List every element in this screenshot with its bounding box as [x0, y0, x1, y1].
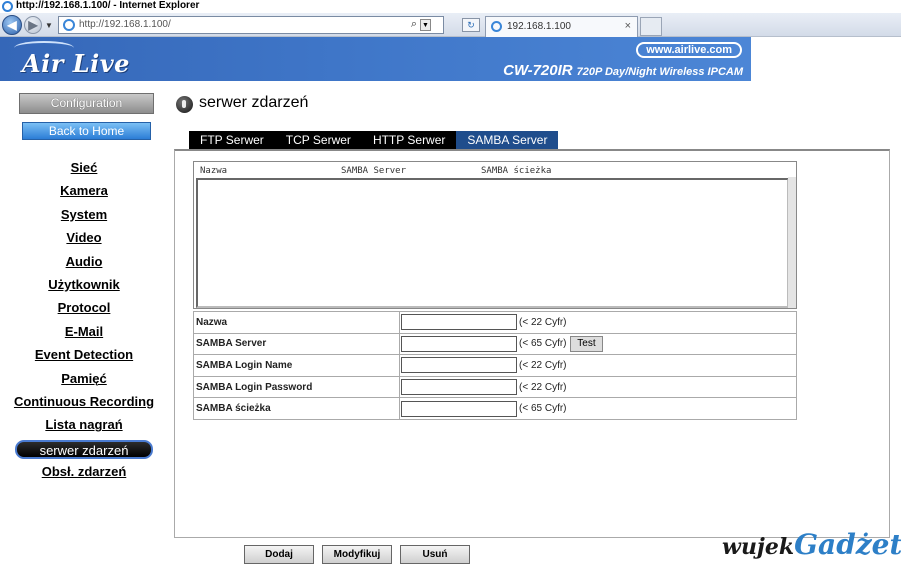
tab-label: 192.168.1.100: [507, 21, 571, 32]
samba-login-password-field[interactable]: [401, 379, 517, 396]
form-row-nazwa: Nazwa (< 22 Cyfr): [193, 311, 797, 334]
field-hint: (< 22 Cyfr): [519, 316, 567, 328]
sidebar-item-system[interactable]: System: [10, 204, 158, 227]
list-column-samba-sciezka: SAMBA ścieżka: [481, 166, 552, 176]
tab-ftp-serwer[interactable]: FTP Serwer: [189, 131, 275, 149]
sidebar-item-siec[interactable]: Sieć: [10, 157, 158, 180]
ie-logo-icon: [2, 1, 13, 12]
url-text: http://192.168.1.100/: [79, 19, 171, 30]
field-hint: (< 22 Cyfr): [519, 359, 567, 371]
watermark-part1: wujek: [722, 534, 795, 560]
window-title-bar: http://192.168.1.100/ - Internet Explore…: [0, 0, 901, 13]
field-label: SAMBA Server: [193, 332, 400, 356]
tab-http-serwer[interactable]: HTTP Serwer: [362, 131, 456, 149]
tab-close-icon[interactable]: ×: [625, 20, 631, 32]
field-label: SAMBA ścieżka: [193, 397, 400, 420]
sidebar-item-video[interactable]: Video: [10, 227, 158, 250]
browser-tab[interactable]: 192.168.1.100 ×: [485, 16, 638, 37]
delete-button[interactable]: Usuń: [400, 545, 470, 564]
form-row-samba-login-name: SAMBA Login Name (< 22 Cyfr): [193, 354, 797, 377]
tab-page-icon: [491, 21, 502, 32]
sidebar-item-uzytkownik[interactable]: Użytkownik: [10, 274, 158, 297]
url-dropdown-icon[interactable]: ▼: [420, 19, 431, 31]
field-label: Nazwa: [193, 311, 400, 334]
history-dropdown-icon[interactable]: ▼: [45, 21, 53, 30]
field-hint: (< 22 Cyfr): [519, 381, 567, 393]
sidebar-item-lista-nagran[interactable]: Lista nagrań: [10, 414, 158, 437]
sidebar-item-audio[interactable]: Audio: [10, 251, 158, 274]
airlive-site-link[interactable]: www.airlive.com: [636, 42, 742, 58]
add-button[interactable]: Dodaj: [244, 545, 314, 564]
samba-form: Nazwa (< 22 Cyfr) SAMBA Server (< 65 Cyf…: [193, 311, 797, 420]
list-scrollbar[interactable]: [788, 177, 796, 308]
sidebar-item-continuous-recording[interactable]: Continuous Recording: [10, 391, 158, 414]
form-row-samba-login-password: SAMBA Login Password (< 22 Cyfr): [193, 375, 797, 399]
back-arrow-icon[interactable]: ◀: [2, 15, 22, 35]
samba-server-field[interactable]: [401, 335, 517, 352]
address-bar: ◀ ▶ ▼ http://192.168.1.100/ ⌕ ▼ ↻ 192.16…: [0, 13, 901, 37]
page-icon: [63, 19, 75, 31]
field-label: SAMBA Login Password: [193, 375, 400, 399]
field-label: SAMBA Login Name: [193, 354, 400, 377]
back-to-home-button[interactable]: Back to Home: [22, 122, 151, 140]
watermark-logo: wujekGadżet: [722, 528, 901, 561]
search-icon[interactable]: ⌕: [411, 18, 417, 31]
sidebar-item-pamiec[interactable]: Pamięć: [10, 368, 158, 391]
window-title: http://192.168.1.100/ - Internet Explore…: [16, 0, 200, 11]
tab-samba-server[interactable]: SAMBA Server: [456, 131, 559, 149]
sidebar-item-serwer-zdarzen[interactable]: serwer zdarzeń: [15, 439, 153, 459]
form-row-samba-server: SAMBA Server (< 65 Cyfr) Test: [193, 332, 797, 356]
samba-server-list: Nazwa SAMBA Server SAMBA ścieżka: [193, 161, 797, 309]
sidebar-menu: Sieć Kamera System Video Audio Użytkowni…: [10, 157, 158, 484]
server-tabs: FTP Serwer TCP Serwer HTTP Serwer SAMBA …: [189, 131, 559, 149]
sidebar-item-kamera[interactable]: Kamera: [10, 180, 158, 203]
sidebar-item-event-detection[interactable]: Event Detection: [10, 344, 158, 367]
sidebar-item-protocol[interactable]: Protocol: [10, 297, 158, 320]
new-tab-button[interactable]: [640, 17, 662, 36]
field-hint: (< 65 Cyfr): [519, 403, 567, 415]
compatibility-view-icon[interactable]: ↻: [462, 18, 480, 32]
url-input[interactable]: http://192.168.1.100/ ⌕ ▼: [58, 16, 444, 34]
configuration-button[interactable]: Configuration: [19, 93, 154, 114]
list-column-nazwa: Nazwa: [200, 166, 228, 176]
camera-model: CW-720IR 720P Day/Night Wireless IPCAM: [503, 62, 743, 79]
sidebar-item-email[interactable]: E-Mail: [10, 321, 158, 344]
nazwa-field[interactable]: [401, 314, 517, 331]
list-column-samba-server: SAMBA Server: [341, 166, 407, 176]
airlive-banner: Air Live www.airlive.com CW-720IR 720P Da…: [0, 37, 751, 81]
airlive-logo: Air Live: [22, 49, 130, 78]
model-code: CW-720IR: [503, 62, 573, 79]
page-title-icon: [176, 96, 193, 113]
test-button[interactable]: Test: [570, 335, 603, 352]
samba-login-name-field[interactable]: [401, 357, 517, 374]
forward-arrow-icon[interactable]: ▶: [24, 16, 42, 34]
samba-sciezka-field[interactable]: [401, 400, 517, 417]
form-row-samba-sciezka: SAMBA ścieżka (< 65 Cyfr): [193, 397, 797, 420]
server-list-box[interactable]: [196, 178, 789, 308]
page-title: serwer zdarzeń: [199, 94, 309, 111]
watermark-part2: Gadżet: [794, 528, 901, 561]
sidebar-item-obsl-zdarzen[interactable]: Obsł. zdarzeń: [10, 461, 158, 484]
modify-button[interactable]: Modyfikuj: [322, 545, 392, 564]
model-description: 720P Day/Night Wireless IPCAM: [576, 66, 743, 78]
field-hint: (< 65 Cyfr): [519, 338, 567, 350]
tab-tcp-serwer[interactable]: TCP Serwer: [275, 131, 362, 149]
